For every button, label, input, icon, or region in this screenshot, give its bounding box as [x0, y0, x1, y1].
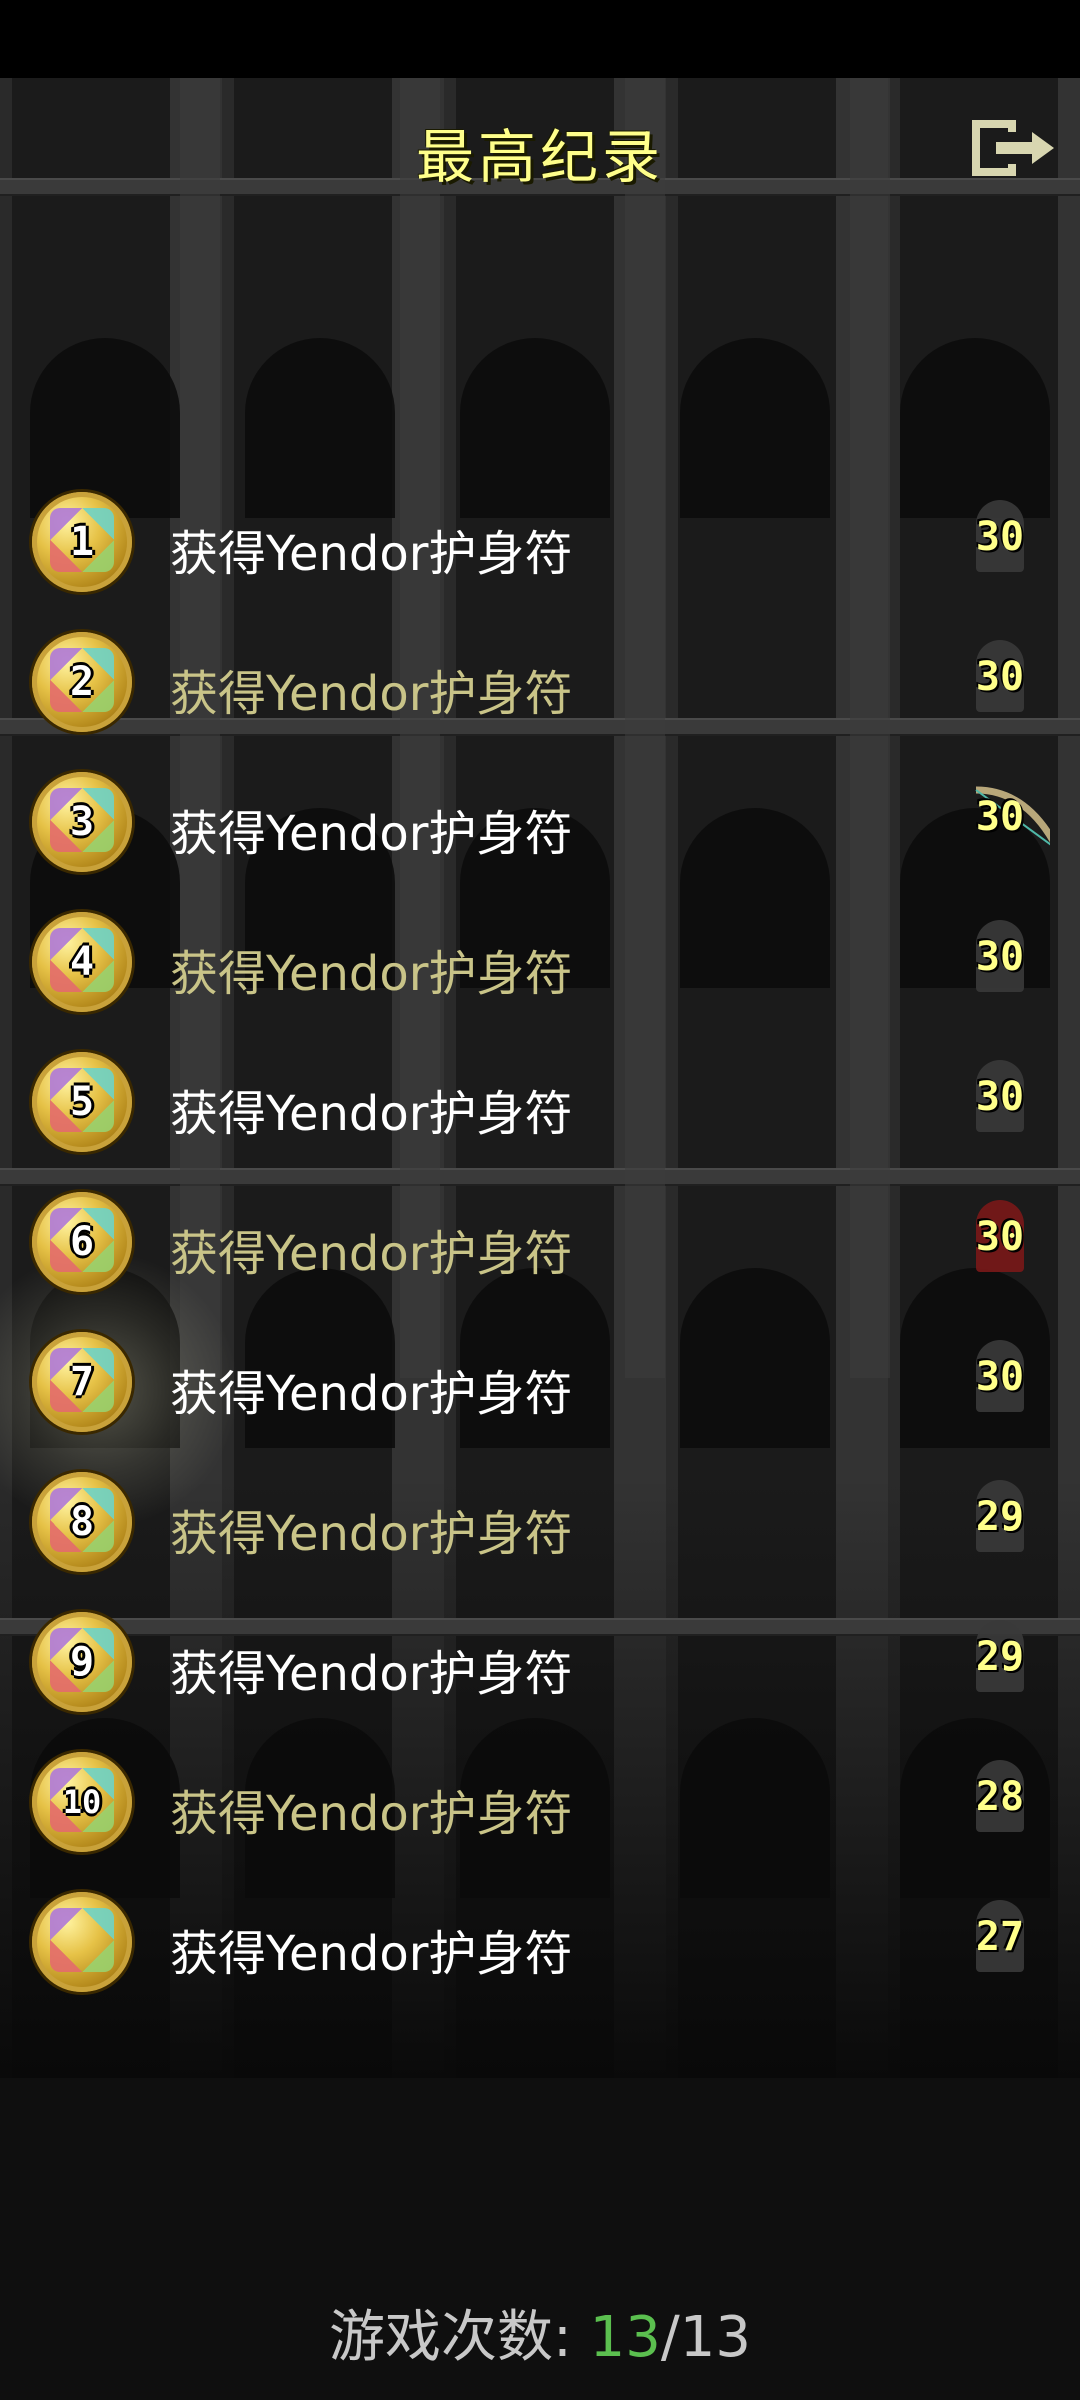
record-row[interactable]: 10 获得Yendor护身符 28: [0, 1738, 1080, 1868]
rank-number: 8: [69, 1499, 95, 1545]
games-played-label: 游戏次数:: [328, 2305, 590, 2370]
rank-badge-icon: [32, 1892, 132, 1992]
rank-badge-icon: 3: [32, 772, 132, 872]
record-description: 获得Yendor护身符: [170, 1646, 573, 1702]
depth-value: 30: [975, 654, 1025, 700]
games-played-total: 13: [679, 2305, 752, 2370]
rank-number: 6: [69, 1219, 95, 1265]
record-row[interactable]: 6 获得Yendor护身符 30: [0, 1178, 1080, 1308]
record-description: 获得Yendor护身符: [170, 1786, 573, 1842]
record-row[interactable]: 9 获得Yendor护身符 29: [0, 1598, 1080, 1728]
rank-number: 5: [69, 1079, 95, 1125]
depth-value: 29: [975, 1494, 1025, 1540]
games-played: 游戏次数: 13/13: [0, 2292, 1080, 2373]
depth-value: 30: [975, 794, 1025, 840]
record-row[interactable]: 3 获得Yendor护身符 30: [0, 758, 1080, 888]
rank-badge-icon: 1: [32, 492, 132, 592]
rank-badge-icon: 2: [32, 632, 132, 732]
rank-number: 4: [69, 939, 95, 985]
exit-icon: [972, 120, 1054, 176]
record-description: 获得Yendor护身符: [170, 666, 573, 722]
rank-badge-icon: 6: [32, 1192, 132, 1292]
depth-value: 30: [975, 514, 1025, 560]
record-description: 获得Yendor护身符: [170, 526, 573, 582]
depth-value: 30: [975, 1354, 1025, 1400]
rank-badge-icon: 7: [32, 1332, 132, 1432]
depth-value: 28: [975, 1774, 1025, 1820]
record-row[interactable]: 8 获得Yendor护身符 29: [0, 1458, 1080, 1588]
record-row[interactable]: 2 获得Yendor护身符 30: [0, 618, 1080, 748]
record-description: 获得Yendor护身符: [170, 946, 573, 1002]
record-row[interactable]: 4 获得Yendor护身符 30: [0, 898, 1080, 1028]
rank-number: [32, 1892, 132, 1992]
record-row[interactable]: 1 获得Yendor护身符 30: [0, 478, 1080, 608]
rank-badge-icon: 4: [32, 912, 132, 1012]
record-row[interactable]: 获得Yendor护身符 27: [0, 1878, 1080, 2008]
depth-value: 30: [975, 934, 1025, 980]
rank-badge-icon: 8: [32, 1472, 132, 1572]
rank-number: 7: [69, 1359, 95, 1405]
exit-button[interactable]: [966, 112, 1062, 184]
depth-value: 30: [975, 1214, 1025, 1260]
record-row[interactable]: 7 获得Yendor护身符 30: [0, 1318, 1080, 1448]
rank-number: 1: [69, 519, 95, 565]
record-row[interactable]: 5 获得Yendor护身符 30: [0, 1038, 1080, 1168]
record-description: 获得Yendor护身符: [170, 1086, 573, 1142]
record-description: 获得Yendor护身符: [170, 1926, 573, 1982]
rank-badge-icon: 10: [32, 1752, 132, 1852]
rank-number: 3: [69, 799, 95, 845]
rank-badge-icon: 5: [32, 1052, 132, 1152]
depth-value: 29: [975, 1634, 1025, 1680]
rank-number: 10: [62, 1783, 102, 1821]
status-bar-area: [0, 0, 1080, 78]
record-description: 获得Yendor护身符: [170, 1366, 573, 1422]
games-played-separator: /: [660, 2305, 680, 2370]
rank-badge-icon: 9: [32, 1612, 132, 1712]
page-title: 最高纪录: [415, 123, 664, 191]
record-description: 获得Yendor护身符: [170, 1506, 573, 1562]
rank-number: 2: [69, 659, 95, 705]
record-description: 获得Yendor护身符: [170, 806, 573, 862]
depth-value: 27: [975, 1914, 1025, 1960]
games-played-count: 13: [589, 2305, 661, 2370]
depth-value: 30: [975, 1074, 1025, 1120]
record-description: 获得Yendor护身符: [170, 1226, 573, 1282]
rank-number: 9: [69, 1639, 95, 1685]
